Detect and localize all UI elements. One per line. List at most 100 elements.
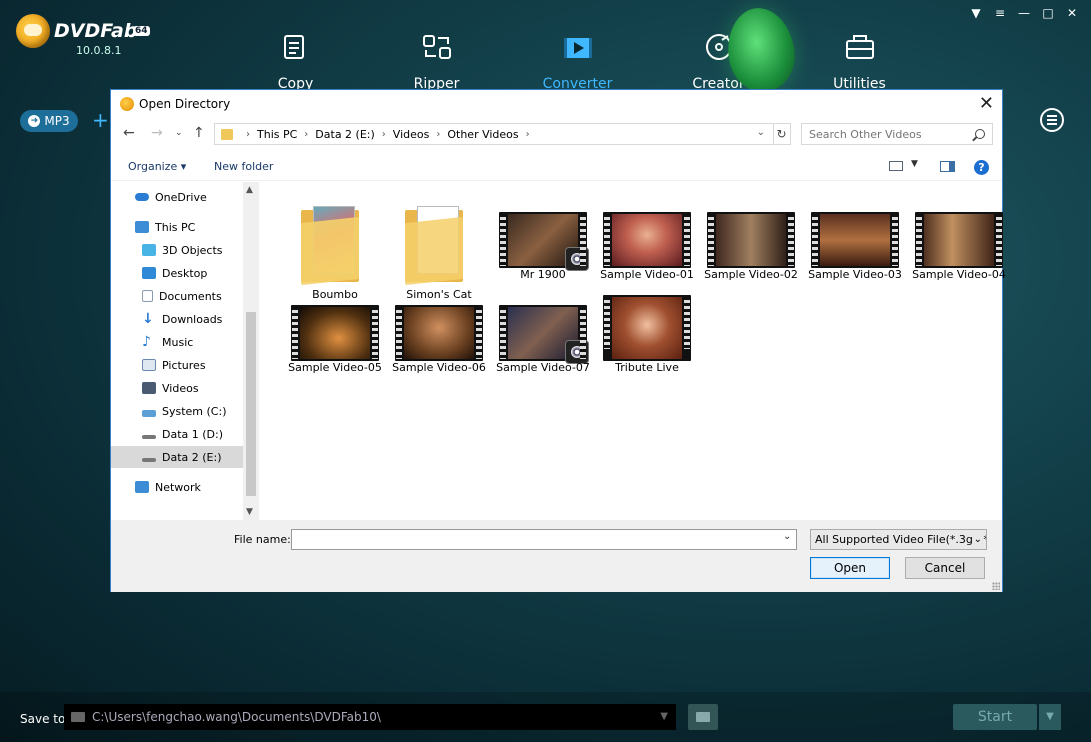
downloads-icon: ↓ [142, 311, 154, 327]
list-item[interactable]: Sample Video-02 [701, 172, 801, 281]
file-name-chevron-down-icon[interactable]: ⌄ [783, 531, 791, 542]
file-list: Boumbo Simon's Cat Mr 1900 Sample Video-… [263, 182, 1006, 520]
new-folder-button[interactable]: New folder [214, 160, 273, 173]
scroll-up-icon[interactable]: ▲ [246, 185, 253, 195]
back-arrow-icon[interactable]: ← [123, 125, 135, 141]
sidebar-item-label: Documents [159, 289, 222, 303]
sidebar-item-label: OneDrive [155, 190, 207, 204]
breadcrumb-separator-icon[interactable]: › [246, 129, 250, 140]
organize-button[interactable]: Organize ▾ [128, 160, 186, 173]
refresh-icon[interactable]: ↻ [773, 123, 791, 145]
breadcrumb-separator-icon[interactable]: › [526, 129, 530, 140]
file-name-input[interactable] [291, 529, 797, 550]
list-item[interactable]: Sample Video-03 [805, 172, 905, 281]
profile-button[interactable]: ➜ MP3 [20, 110, 78, 132]
3d-objects-icon [142, 244, 156, 256]
window-controls: ▼ ≡ — □ ✕ [967, 6, 1081, 20]
profile-label: MP3 [44, 114, 70, 128]
address-dropdown-icon[interactable]: ⌄ [757, 127, 765, 138]
save-path-field[interactable]: C:\Users\fengchao.wang\Documents\DVDFab1… [64, 704, 676, 730]
open-button[interactable]: Open [810, 557, 890, 579]
dialog-close-button[interactable]: ✕ [979, 93, 994, 114]
sidebar-item-pictures[interactable]: Pictures [111, 354, 243, 376]
converter-icon [564, 38, 592, 58]
start-dropdown-button[interactable]: ▼ [1039, 704, 1061, 730]
sidebar-item-onedrive[interactable]: OneDrive [111, 186, 243, 208]
sidebar-item-music[interactable]: ♪ Music [111, 331, 243, 353]
sidebar-item-label: Downloads [162, 312, 223, 326]
pictures-icon [142, 359, 156, 371]
recent-chevron-icon[interactable]: ⌄ [175, 128, 183, 138]
tab-copy[interactable]: Copy [225, 30, 366, 92]
sidebar-item-desktop[interactable]: Desktop [111, 262, 243, 284]
video-thumbnail [291, 305, 379, 361]
breadcrumb-videos[interactable]: Videos [393, 128, 430, 141]
breadcrumb-other-videos[interactable]: Other Videos [447, 128, 518, 141]
sidebar-item-data1-d[interactable]: Data 1 (D:) [111, 423, 243, 445]
menu-dropdown-icon[interactable]: ≡ [991, 6, 1009, 20]
start-button[interactable]: Start [953, 704, 1037, 730]
dialog-footer: File name: ⌄ All Supported Video File(*.… [111, 520, 1002, 592]
address-bar[interactable]: › This PC › Data 2 (E:) › Videos › Other… [214, 123, 774, 145]
tab-converter[interactable]: Converter [507, 30, 648, 92]
search-icon [975, 129, 985, 139]
cancel-button[interactable]: Cancel [905, 557, 985, 579]
scrollbar-thumb[interactable] [246, 312, 256, 496]
chevron-down-icon[interactable]: ⌄ [971, 530, 982, 549]
list-item[interactable]: Tribute Live [597, 255, 697, 374]
list-item[interactable]: Mr 1900 [493, 172, 593, 281]
file-type-select[interactable]: All Supported Video File(*.3gp * ⌄ [810, 529, 987, 550]
sidebar-item-documents[interactable]: Documents [111, 285, 243, 307]
main-tabs: Copy Ripper Converter Creator Utilities [225, 30, 930, 92]
navigation-scrollbar[interactable]: ▲ ▼ [243, 182, 259, 520]
breadcrumb-this-pc[interactable]: This PC [257, 128, 297, 141]
save-to-label: Save to: [20, 712, 70, 726]
sidebar-item-videos[interactable]: Videos [111, 377, 243, 399]
browse-folder-button[interactable] [688, 704, 718, 730]
sidebar-item-downloads[interactable]: ↓ Downloads [111, 308, 243, 330]
resize-grip-icon[interactable] [992, 582, 1000, 590]
list-item[interactable]: Sample Video-06 [389, 265, 489, 374]
dvdfab-logo-icon [16, 14, 50, 48]
ripper-icon [423, 35, 451, 59]
app-name: DVDFab [54, 20, 138, 42]
sidebar-item-network[interactable]: Network [111, 476, 243, 498]
minimize-icon[interactable]: — [1015, 6, 1033, 20]
breadcrumb-separator-icon[interactable]: › [382, 129, 386, 140]
file-type-value: All Supported Video File(*.3gp * [815, 533, 987, 546]
list-item[interactable]: Sample Video-05 [285, 265, 385, 374]
close-window-icon[interactable]: ✕ [1063, 6, 1081, 20]
sidebar-item-this-pc[interactable]: This PC [111, 216, 243, 238]
tab-utilities[interactable]: Utilities [789, 30, 930, 92]
list-item-label: Sample Video-05 [288, 361, 382, 374]
sidebar-item-data2-e[interactable]: Data 2 (E:) [111, 446, 243, 468]
arrow-right-icon: ➜ [28, 115, 41, 127]
breadcrumb-separator-icon[interactable]: › [436, 129, 440, 140]
search-input[interactable] [801, 123, 993, 145]
scroll-down-icon[interactable]: ▼ [246, 507, 253, 517]
up-arrow-icon[interactable]: ↑ [193, 125, 205, 141]
sidebar-item-system-c[interactable]: System (C:) [111, 400, 243, 422]
preview-pane-icon[interactable] [940, 161, 955, 172]
list-item[interactable]: Sample Video-04 [909, 172, 1009, 281]
pin-icon[interactable]: ▼ [967, 6, 985, 20]
sidebar-item-label: Desktop [162, 266, 208, 280]
view-chevron-down-icon[interactable]: ▼ [911, 159, 918, 169]
navigation-pane: OneDrive This PC 3D Objects Desktop Docu… [111, 182, 243, 520]
maximize-icon[interactable]: □ [1039, 6, 1057, 20]
view-options-icon[interactable] [889, 161, 903, 171]
network-icon [135, 481, 149, 493]
sidebar-item-3d-objects[interactable]: 3D Objects [111, 239, 243, 261]
queue-menu-icon[interactable] [1040, 108, 1064, 132]
breadcrumb-data2[interactable]: Data 2 (E:) [315, 128, 375, 141]
list-item[interactable]: Sample Video-07 [493, 265, 593, 374]
chevron-down-icon[interactable]: ▼ [660, 704, 668, 730]
forward-arrow-icon[interactable]: → [151, 125, 163, 141]
sidebar-item-label: Network [155, 480, 201, 494]
tab-ripper[interactable]: Ripper [366, 30, 507, 92]
list-item[interactable]: Sample Video-01 [597, 172, 697, 281]
dvdfab-small-icon [120, 97, 134, 111]
breadcrumb-separator-icon[interactable]: › [304, 129, 308, 140]
sidebar-item-label: Music [162, 335, 194, 349]
add-source-button[interactable]: + [92, 108, 109, 132]
